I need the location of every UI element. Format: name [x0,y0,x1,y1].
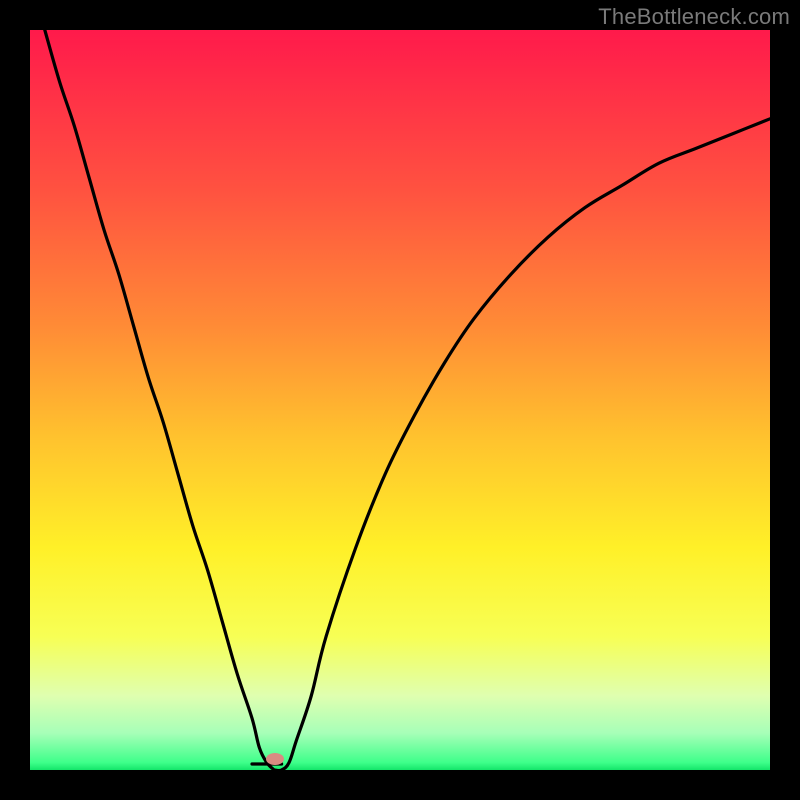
chart-frame: TheBottleneck.com [0,0,800,800]
plot-background [30,30,770,770]
minimum-marker [266,753,284,765]
chart-svg [0,0,800,800]
watermark-text: TheBottleneck.com [598,4,790,30]
